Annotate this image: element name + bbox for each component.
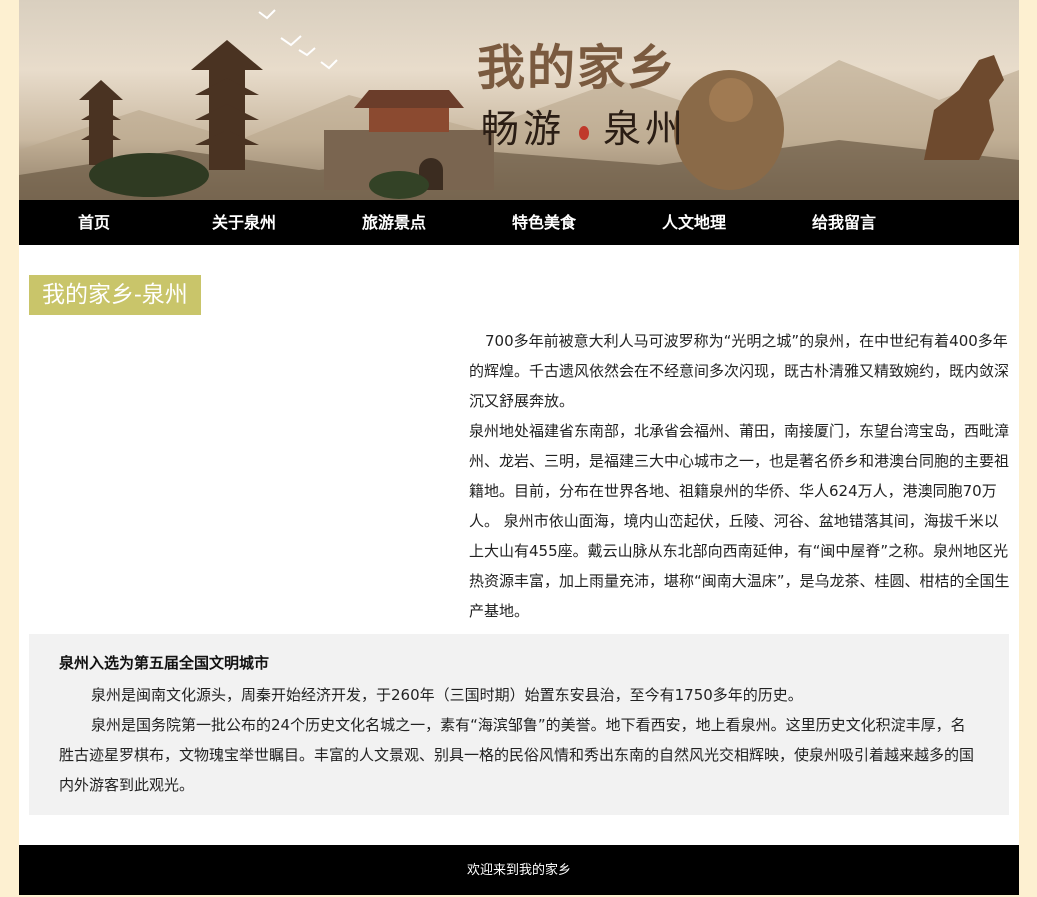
intro-paragraph: 泉州地处福建省东南部，北承省会福州、莆田，南接厦门，东望台湾宝岛，西毗漳州、龙岩… — [469, 422, 1010, 620]
page-title: 我的家乡-泉州 — [29, 275, 201, 315]
intro-paragraph: 700多年前被意大利人马可波罗称为“光明之城”的泉州，在中世纪有着400多年的辉… — [469, 332, 1010, 410]
seal-icon — [579, 125, 590, 140]
info-box-paragraph: 泉州是闽南文化源头，周秦开始经济开发，于260年（三国时期）始置东安县治，至今有… — [91, 686, 803, 704]
banner-title: 我的家乡 — [477, 40, 678, 96]
footer: 欢迎来到我的家乡 — [19, 845, 1019, 895]
banner-subtitle-right: 泉州 — [603, 107, 688, 151]
nav-item-home[interactable]: 首页 — [19, 200, 169, 245]
main-nav: 首页 关于泉州 旅游景点 特色美食 人文地理 给我留言 — [19, 200, 1019, 245]
page-container: 我的家乡 畅游 泉州 首页 关于泉州 旅游景点 特色美食 人文地理 给我留言 我的… — [19, 0, 1019, 895]
nav-item-attractions[interactable]: 旅游景点 — [319, 200, 469, 245]
info-box: 泉州入选为第五届全国文明城市 泉州是闽南文化源头，周秦开始经济开发，于260年（… — [29, 634, 1009, 815]
header-banner: 我的家乡 畅游 泉州 — [19, 0, 1019, 200]
banner-subtitle-left: 畅游 — [481, 107, 566, 151]
intro-text: 700多年前被意大利人马可波罗称为“光明之城”的泉州，在中世纪有着400多年的辉… — [469, 326, 1011, 626]
nav-item-culture[interactable]: 人文地理 — [619, 200, 769, 245]
info-box-paragraph: 泉州是国务院第一批公布的24个历史文化名城之一，素有“海滨邹鲁”的美誉。地下看西… — [59, 716, 975, 794]
banner-subtitle: 畅游 泉州 — [481, 98, 687, 153]
nav-item-food[interactable]: 特色美食 — [469, 200, 619, 245]
nav-item-guestbook[interactable]: 给我留言 — [769, 200, 919, 245]
info-box-title: 泉州入选为第五届全国文明城市 — [59, 654, 270, 672]
footer-text: 欢迎来到我的家乡 — [466, 863, 571, 878]
nav-item-about[interactable]: 关于泉州 — [169, 200, 319, 245]
